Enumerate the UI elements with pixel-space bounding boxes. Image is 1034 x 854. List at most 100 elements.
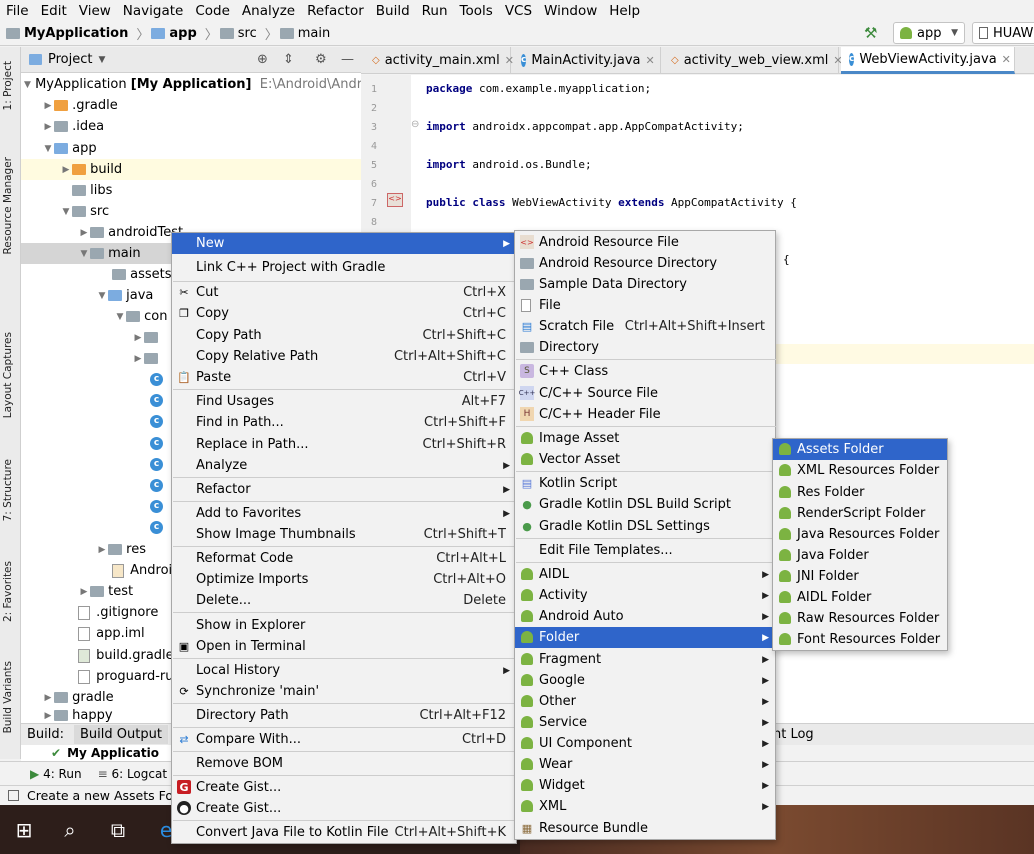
run-config-select[interactable]: app ▼: [893, 22, 965, 44]
menu-analyze[interactable]: Analyze: [236, 1, 301, 21]
menu-item-cpp-header-file[interactable]: H C/C++ Header File: [515, 404, 775, 425]
menu-item-analyze[interactable]: Analyze ▶: [172, 455, 516, 476]
menu-refactor[interactable]: Refactor: [301, 1, 370, 21]
layout-gutter-icon[interactable]: <>: [387, 193, 403, 207]
expand-arrow-icon[interactable]: ▶: [42, 693, 54, 703]
menu-item-copy[interactable]: ❐ Copy Ctrl+C: [172, 303, 516, 324]
menu-item-delete[interactable]: Delete... Delete: [172, 590, 516, 611]
tree-item[interactable]: ▶ .gradle: [21, 95, 361, 116]
breadcrumb-module[interactable]: app: [151, 26, 197, 41]
expand-arrow-icon[interactable]: ▶: [96, 545, 108, 555]
menu-item-remove-bom[interactable]: Remove BOM: [172, 753, 516, 774]
expand-arrow-icon[interactable]: ▶: [132, 333, 144, 343]
expand-arrow-icon[interactable]: ▶: [42, 101, 54, 111]
menu-item-synchronize[interactable]: ⟳ Synchronize 'main': [172, 681, 516, 702]
hammer-icon[interactable]: ⚒: [864, 24, 877, 42]
menu-tools[interactable]: Tools: [454, 1, 499, 21]
menu-item-android-auto[interactable]: Android Auto ▶: [515, 606, 775, 627]
menu-item-compare-with[interactable]: ⇄ Compare With... Ctrl+D: [172, 729, 516, 750]
menu-edit[interactable]: Edit: [35, 1, 73, 21]
menu-item-xml-resources-folder[interactable]: XML Resources Folder: [773, 460, 947, 481]
expand-arrow-icon[interactable]: ▼: [60, 207, 72, 217]
menu-run[interactable]: Run: [416, 1, 454, 21]
menu-item-google[interactable]: Google ▶: [515, 670, 775, 691]
tree-item[interactable]: libs: [21, 180, 361, 201]
menu-item-vector-asset[interactable]: Vector Asset: [515, 449, 775, 470]
expand-arrow-icon[interactable]: ▶: [60, 165, 72, 175]
menu-item-res-folder[interactable]: Res Folder: [773, 482, 947, 503]
expand-arrow-icon[interactable]: ▶: [42, 122, 54, 132]
menu-item-replace-in-path[interactable]: Replace in Path... Ctrl+Shift+R: [172, 434, 516, 455]
menu-item-cpp-class[interactable]: S C++ Class: [515, 361, 775, 382]
menu-item-image-asset[interactable]: Image Asset: [515, 428, 775, 449]
expand-arrow-icon[interactable]: ▼: [24, 80, 31, 90]
project-view-label[interactable]: Project: [48, 52, 92, 67]
collapse-icon[interactable]: ⇕: [283, 52, 294, 67]
tool-tab-build-variants[interactable]: Build Variants: [2, 661, 14, 733]
menu-item-find-usages[interactable]: Find Usages Alt+F7: [172, 391, 516, 412]
menu-item-cut[interactable]: ✂ Cut Ctrl+X: [172, 282, 516, 303]
expand-arrow-icon[interactable]: ▼: [114, 312, 126, 322]
menu-item-java-resources-folder[interactable]: Java Resources Folder: [773, 524, 947, 545]
menu-view[interactable]: View: [73, 1, 117, 21]
menu-item-open-in-terminal[interactable]: ▣ Open in Terminal: [172, 636, 516, 657]
menu-item-sample-data-directory[interactable]: Sample Data Directory: [515, 274, 775, 295]
menu-item-copy-path[interactable]: Copy Path Ctrl+Shift+C: [172, 325, 516, 346]
tool-tab-project[interactable]: 1: Project: [2, 61, 14, 110]
breadcrumb-main[interactable]: main: [279, 26, 330, 41]
menu-item-resource-bundle[interactable]: ▦ Resource Bundle: [515, 818, 775, 839]
tab-activity-web-view-xml[interactable]: ◇ activity_web_view.xml ✕: [663, 47, 843, 74]
menu-item-add-to-favorites[interactable]: Add to Favorites ▶: [172, 503, 516, 524]
menu-item-edit-file-templates[interactable]: Edit File Templates...: [515, 540, 775, 561]
menu-navigate[interactable]: Navigate: [117, 1, 190, 21]
tab-mainactivity-java[interactable]: c MainActivity.java ✕: [513, 47, 661, 74]
menu-item-show-in-explorer[interactable]: Show in Explorer: [172, 615, 516, 636]
menu-item-directory[interactable]: Directory: [515, 337, 775, 358]
menu-build[interactable]: Build: [370, 1, 416, 21]
windows-start-icon[interactable]: ⊞: [0, 805, 48, 854]
minimize-icon[interactable]: —: [341, 52, 354, 67]
menu-item-wear[interactable]: Wear ▶: [515, 754, 775, 775]
menu-item-new[interactable]: New ▶: [172, 233, 516, 254]
menu-code[interactable]: Code: [189, 1, 236, 21]
menu-item-renderscript-folder[interactable]: RenderScript Folder: [773, 503, 947, 524]
menu-item-jni-folder[interactable]: JNI Folder: [773, 566, 947, 587]
tree-item[interactable]: ▶ .idea: [21, 116, 361, 137]
menu-item-aidl-folder[interactable]: AIDL Folder: [773, 587, 947, 608]
tree-item[interactable]: ▼ MyApplication [My Application] E:\Andr…: [21, 74, 361, 95]
menu-item-fragment[interactable]: Fragment ▶: [515, 649, 775, 670]
menu-item-local-history[interactable]: Local History ▶: [172, 660, 516, 681]
expand-arrow-icon[interactable]: ▶: [78, 587, 90, 597]
menu-item-directory-path[interactable]: Directory Path Ctrl+Alt+F12: [172, 705, 516, 726]
menu-item-file[interactable]: File: [515, 295, 775, 316]
menu-item-reformat-code[interactable]: Reformat Code Ctrl+Alt+L: [172, 548, 516, 569]
menu-item-raw-resources-folder[interactable]: Raw Resources Folder: [773, 608, 947, 629]
menu-window[interactable]: Window: [538, 1, 603, 21]
menu-item-refactor[interactable]: Refactor ▶: [172, 479, 516, 500]
device-select[interactable]: HUAW: [972, 22, 1034, 44]
menu-item-android-resource-file[interactable]: <> Android Resource File: [515, 232, 775, 253]
menu-item-create-gist-gitee[interactable]: G Create Gist...: [172, 777, 516, 798]
close-icon[interactable]: ✕: [646, 54, 655, 67]
menu-item-aidl[interactable]: AIDL ▶: [515, 564, 775, 585]
breadcrumb-src[interactable]: src: [219, 26, 257, 41]
menu-item-activity[interactable]: Activity ▶: [515, 585, 775, 606]
menu-item-copy-relative-path[interactable]: Copy Relative Path Ctrl+Alt+Shift+C: [172, 346, 516, 367]
gear-icon[interactable]: ⚙: [315, 52, 327, 67]
menu-item-ui-component[interactable]: UI Component ▶: [515, 733, 775, 754]
expand-arrow-icon[interactable]: ▼: [96, 291, 108, 301]
menu-vcs[interactable]: VCS: [499, 1, 538, 21]
expand-arrow-icon[interactable]: ▼: [78, 249, 90, 259]
menu-item-optimize-imports[interactable]: Optimize Imports Ctrl+Alt+O: [172, 569, 516, 590]
menu-item-service[interactable]: Service ▶: [515, 712, 775, 733]
tree-item[interactable]: ▼ src: [21, 201, 361, 222]
menu-item-link-cpp[interactable]: Link C++ Project with Gradle: [172, 257, 516, 278]
menu-item-xml[interactable]: XML ▶: [515, 796, 775, 817]
menu-item-android-resource-directory[interactable]: Android Resource Directory: [515, 253, 775, 274]
tool-tab-logcat[interactable]: ≡ 6: Logcat: [98, 767, 167, 781]
menu-item-gradle-kotlin-settings[interactable]: ● Gradle Kotlin DSL Settings: [515, 516, 775, 537]
tool-tab-resource-manager[interactable]: Resource Manager: [2, 157, 14, 255]
menu-help[interactable]: Help: [603, 1, 646, 21]
tab-activity-main-xml[interactable]: ◇ activity_main.xml ✕: [364, 47, 514, 74]
menu-item-convert-to-kotlin[interactable]: Convert Java File to Kotlin File Ctrl+Alt…: [172, 822, 516, 843]
